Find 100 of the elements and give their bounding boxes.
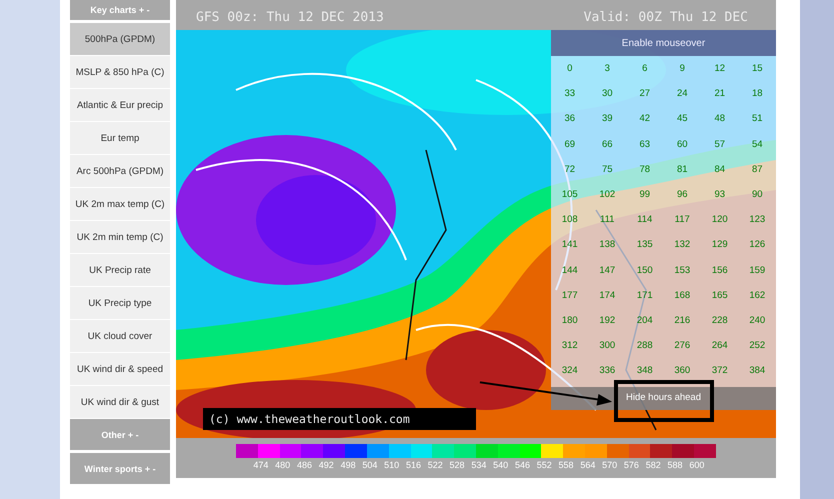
legend-label: 546 [514,460,531,470]
hide-hours-button[interactable]: Hide hours ahead [626,392,701,403]
forecast-hour-link[interactable]: 288 [636,340,653,352]
forecast-hour-link[interactable]: 102 [599,189,616,200]
forecast-hour-link[interactable]: 105 [562,189,578,200]
forecast-hour-link[interactable]: 147 [599,264,616,276]
forecast-hour-link[interactable]: 90 [752,189,763,200]
forecast-hour-link[interactable]: 42 [639,113,650,124]
forecast-hour-link[interactable]: 84 [714,164,726,175]
forecast-hour-link[interactable]: 36 [564,113,576,124]
sidebar-item[interactable]: UK 2m max temp (C) [70,188,170,221]
sidebar-item[interactable]: UK wind dir & speed [70,353,170,386]
forecast-hour-link[interactable]: 372 [712,365,728,376]
forecast-hour-link[interactable]: 348 [636,365,653,376]
forecast-hour-link[interactable]: 66 [602,138,613,150]
forecast-hour-link[interactable]: 33 [564,88,576,100]
forecast-hour-link[interactable]: 180 [562,314,578,326]
forecast-hour-link[interactable]: 300 [599,340,616,352]
forecast-hour-link[interactable]: 159 [749,264,766,276]
forecast-hour-link[interactable]: 48 [714,113,726,124]
forecast-hour-link[interactable]: 141 [562,239,578,250]
forecast-hour-link[interactable]: 30 [602,88,613,100]
sidebar-item[interactable]: UK 2m min temp (C) [70,221,170,254]
forecast-hour-link[interactable]: 240 [749,314,766,326]
forecast-hour-link[interactable]: 63 [639,138,650,150]
forecast-hour-link[interactable]: 3 [604,63,610,74]
forecast-hour-link[interactable]: 78 [639,164,650,175]
sidebar-item[interactable]: Arc 500hPa (GPDM) [70,155,170,188]
forecast-hour-link[interactable]: 96 [676,189,688,200]
forecast-hour-link[interactable]: 9 [680,63,685,74]
forecast-hour-link[interactable]: 150 [636,264,653,276]
forecast-hour-link[interactable]: 27 [639,88,650,100]
forecast-hour-link[interactable]: 144 [562,264,578,276]
forecast-hour-link[interactable]: 57 [714,138,726,150]
forecast-hour-link[interactable]: 75 [602,164,613,175]
forecast-hour-link[interactable]: 312 [562,340,578,352]
forecast-hour-link[interactable]: 120 [712,214,728,226]
forecast-hour-link[interactable]: 162 [749,290,766,301]
sidebar-item[interactable]: Other + - [70,419,170,453]
forecast-hour-link[interactable]: 87 [752,164,763,175]
forecast-hour-link[interactable]: 93 [714,189,726,200]
forecast-hour-link[interactable]: 99 [639,189,650,200]
forecast-hour-link[interactable]: 0 [567,63,572,74]
forecast-hour-link[interactable]: 111 [600,214,614,226]
forecast-hour-link[interactable]: 165 [712,290,728,301]
forecast-hour-link[interactable]: 324 [562,365,578,376]
forecast-hour-link[interactable]: 360 [674,365,690,376]
sidebar-item[interactable]: UK Precip rate [70,254,170,287]
forecast-hour-link[interactable]: 54 [752,138,763,150]
forecast-hour-link[interactable]: 21 [714,88,726,100]
forecast-hour-link[interactable]: 39 [602,113,613,124]
forecast-hour-link[interactable]: 81 [676,164,688,175]
forecast-hour-link[interactable]: 18 [752,88,763,100]
sidebar-item[interactable]: MSLP & 850 hPa (C) [70,56,170,89]
forecast-hour-link[interactable]: 15 [752,63,763,74]
forecast-hour-link[interactable]: 24 [676,88,688,100]
forecast-hour-link[interactable]: 123 [749,214,766,226]
sidebar-item[interactable]: UK wind dir & gust [70,386,170,419]
legend-label: 582 [644,460,662,470]
forecast-hour-link[interactable]: 138 [599,239,616,250]
copyright-text: (c) www.theweatheroutlook.com [203,408,476,430]
forecast-hour-link[interactable]: 168 [674,290,690,301]
forecast-hour-link[interactable]: 384 [749,365,766,376]
forecast-hour-link[interactable]: 69 [564,138,576,150]
legend-label: 492 [318,460,335,470]
forecast-hour-link[interactable]: 108 [562,214,578,226]
forecast-hour-link[interactable]: 72 [564,164,576,175]
forecast-hour-link[interactable]: 204 [636,314,653,326]
forecast-hour-link[interactable]: 336 [599,365,616,376]
forecast-hour-link[interactable]: 129 [712,239,728,250]
sidebar-item[interactable]: 500hPa (GPDM) [70,23,170,56]
forecast-hour-link[interactable]: 135 [636,239,653,250]
forecast-hour-link[interactable]: 117 [674,214,690,226]
sidebar-item[interactable]: UK Precip type [70,287,170,320]
forecast-hour-link[interactable]: 45 [676,113,688,124]
forecast-hour-link[interactable]: 171 [636,290,653,301]
forecast-hour-link[interactable]: 6 [642,63,648,74]
forecast-hour-link[interactable]: 276 [674,340,690,352]
sidebar-item[interactable]: Key charts + - [70,0,170,23]
legend-label: 564 [579,460,596,470]
forecast-hour-link[interactable]: 228 [712,314,728,326]
sidebar-item[interactable]: UK cloud cover [70,320,170,353]
forecast-hour-link[interactable]: 252 [749,340,766,352]
forecast-hour-link[interactable]: 126 [749,239,766,250]
forecast-hour-link[interactable]: 153 [674,264,690,276]
sidebar-item[interactable]: Winter sports + - [70,453,170,487]
forecast-hour-link[interactable]: 156 [712,264,728,276]
forecast-hour-link[interactable]: 174 [599,290,616,301]
forecast-hour-link[interactable]: 264 [712,340,728,352]
forecast-hour-link[interactable]: 132 [674,239,690,250]
forecast-hour-link[interactable]: 60 [676,138,688,150]
mouseover-toggle[interactable]: Enable mouseover [551,30,776,56]
forecast-hour-link[interactable]: 216 [674,314,690,326]
sidebar-item[interactable]: Eur temp [70,122,170,155]
forecast-hour-link[interactable]: 114 [637,214,652,226]
forecast-hour-link[interactable]: 192 [599,314,616,326]
forecast-hour-link[interactable]: 51 [752,113,763,124]
forecast-hour-link[interactable]: 177 [562,290,578,301]
sidebar-item[interactable]: Atlantic & Eur precip [70,89,170,122]
forecast-hour-link[interactable]: 12 [714,63,726,74]
